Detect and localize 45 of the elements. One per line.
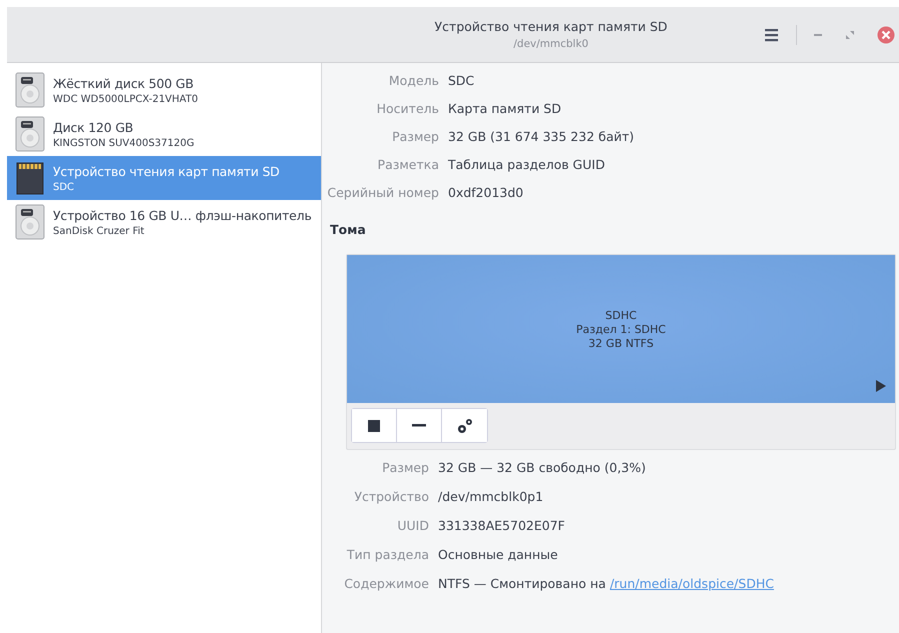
minus-icon [412,424,426,427]
property-value: Карта памяти SD [448,101,562,116]
property-value: 331338AE5702E07F [438,518,566,533]
sd-card-icon [15,160,45,196]
property-label: Содержимое [343,576,429,591]
drive-list-item[interactable]: Диск 120 GB KINGSTON SUV400S37120G [7,112,321,156]
close-icon[interactable] [877,26,895,44]
partition-label: 32 GB NTFS [588,336,654,350]
property-label: Размер [381,460,429,475]
drive-name: Устройство чтения карт памяти SD [53,164,280,178]
property-label: Носитель [376,101,439,116]
stop-button[interactable] [352,409,397,442]
drive-list-item[interactable]: Жёсткий диск 500 GB WDC WD5000LPCX-21VHAT0 [7,68,321,112]
property-label: Устройство [353,489,429,504]
property-label: Серийный номер [326,185,439,200]
property-value: 0xdf2013d0 [448,185,524,200]
drive-name: Жёсткий диск 500 GB [53,76,195,90]
drive-model: KINGSTON SUV400S37120G [53,138,194,148]
drive-model: SanDisk Cruzer Fit [53,226,146,236]
property-value: NTFS — Смонтировано на [438,576,606,591]
window-title: Устройство чтения карт памяти SD [434,19,668,34]
drive-model: WDC WD5000LPCX-21VHAT0 [53,94,198,104]
property-label: UUID [396,518,429,533]
drive-model: SDC [53,182,76,192]
property-value: 32 GB (31 674 335 232 байт) [448,129,636,144]
property-label: Разметка [376,157,439,172]
partition-block[interactable]: SDHC Раздел 1: SDHC 32 GB NTFS [347,255,895,403]
property-label: Размер [391,129,439,144]
window-subtitle: /dev/mmcblk0 [514,38,588,50]
property-value: SDC [448,73,476,88]
partition-label: SDHC [605,308,637,322]
menu-icon[interactable] [764,28,780,42]
play-icon [875,379,887,393]
property-value: Таблица разделов GUID [448,157,606,172]
stop-icon [368,420,380,432]
property-label: Модель [388,73,439,88]
drive-name: Устройство 16 GB U… флэш-накопитель [53,208,312,222]
partition-label: Раздел 1: SDHC [576,322,666,336]
property-value: Основные данные [438,547,559,562]
drive-name: Диск 120 GB [53,120,134,134]
property-value: 32 GB — 32 GB свободно (0,3%) [438,460,647,475]
property-label: Тип раздела [346,547,429,562]
drive-list-item[interactable]: Устройство 16 GB U… флэш-накопитель SanDisk Cruzer Fit [7,200,321,244]
property-value: /dev/mmcblk0p1 [438,489,544,504]
volumes-heading: Тома [330,222,367,237]
